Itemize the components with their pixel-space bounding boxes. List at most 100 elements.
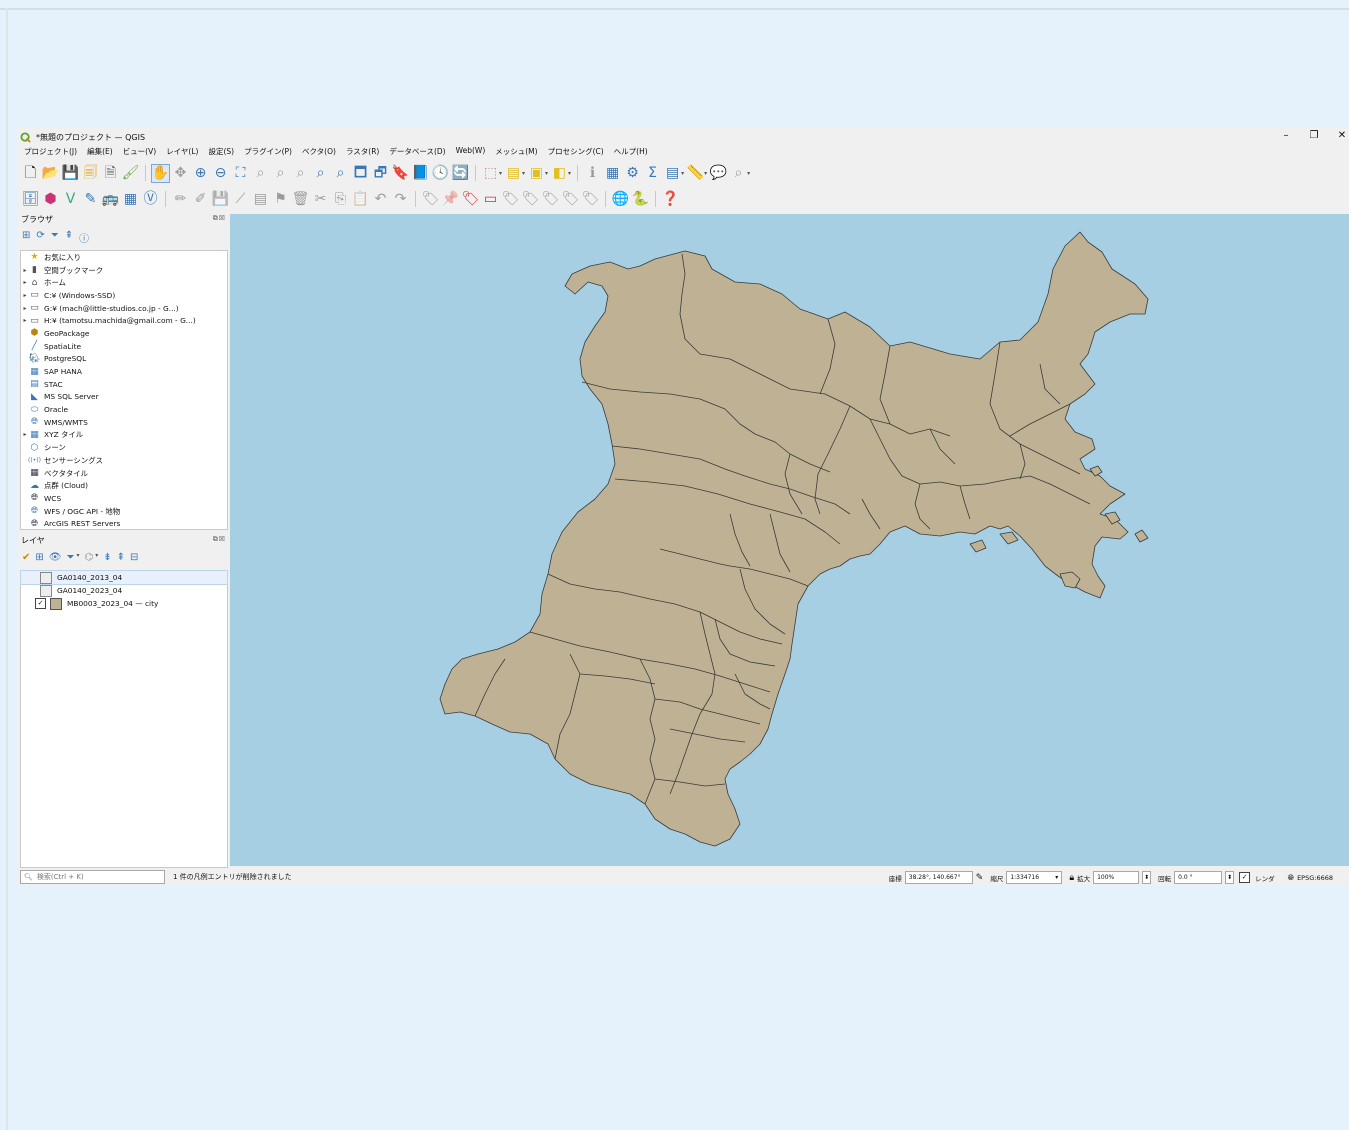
show-hide-labels-icon[interactable]: 🏷	[582, 191, 600, 208]
menu-web[interactable]: Web(W)	[456, 146, 486, 158]
statistical-summary-icon[interactable]: Σ	[644, 165, 661, 182]
refresh-icon[interactable]: ⟳	[36, 230, 44, 245]
browser-item[interactable]: ▸ ▦ XYZ タイル	[21, 429, 227, 442]
style-manager-icon[interactable]: 🖌	[122, 165, 140, 182]
layer-item[interactable]: GA0140_2023_04	[21, 584, 227, 597]
browser-item[interactable]: ▸ ▭ H:¥ (tamotsu.machida@gmail.com - G...)	[21, 314, 227, 327]
vertex-tool-icon[interactable]: ▤	[252, 191, 269, 208]
layer-diagram-icon[interactable]: ▭	[482, 191, 499, 208]
browser-item[interactable]: ⬡ シーン	[21, 441, 227, 454]
coordinate-toggle-icon[interactable]: ✎	[976, 873, 984, 883]
zoom-in-icon[interactable]: ⊕	[192, 165, 209, 182]
browser-item[interactable]: ▸ ▭ C:¥ (Windows-SSD)	[21, 289, 227, 302]
new-print-layout-icon[interactable]: 🗐	[82, 165, 99, 182]
zoom-full-icon[interactable]: ⛶	[232, 165, 249, 182]
delete-selected-icon[interactable]: 🗑	[292, 191, 310, 208]
chevron-down-icon[interactable]: ▾	[681, 170, 684, 177]
pan-map-icon[interactable]: ✋	[151, 163, 170, 183]
browser-item[interactable]: ▦ SAP HANA	[21, 365, 227, 378]
chevron-down-icon[interactable]: ▾	[747, 170, 750, 177]
menu-processing[interactable]: プロセシング(C)	[548, 146, 604, 158]
island[interactable]	[999, 531, 1019, 545]
chevron-down-icon[interactable]: ▾	[522, 170, 525, 177]
menu-database[interactable]: データベース(D)	[389, 146, 445, 158]
filter-legend-icon[interactable]: ⏷	[66, 552, 74, 563]
browser-item[interactable]: ((•)) センサーシングス	[21, 454, 227, 467]
new-geopackage-layer-icon[interactable]: ⬢	[42, 191, 59, 208]
open-project-icon[interactable]: 📂	[42, 165, 59, 182]
pan-to-selection-icon[interactable]: ✥	[172, 165, 189, 182]
close-button[interactable]: ✕	[1335, 130, 1349, 141]
expand-arrow-icon[interactable]: ▸	[21, 292, 29, 299]
browser-item[interactable]: ▦ ベクタタイル	[21, 467, 227, 480]
paste-features-icon[interactable]: 📋	[352, 191, 369, 208]
filter-icon[interactable]: ⏷	[51, 230, 59, 245]
browser-item[interactable]: ▸ ⌂ ホーム	[21, 276, 227, 289]
help-contents-icon[interactable]: ❓	[662, 191, 679, 208]
menu-raster[interactable]: ラスタ(R)	[346, 146, 379, 158]
browser-item[interactable]: ╱ SpatiaLite	[21, 340, 227, 353]
manage-map-themes-icon[interactable]: 👁	[49, 552, 62, 563]
zoom-selection-icon[interactable]: ⌕	[252, 165, 269, 182]
crs-label[interactable]: EPSG:6668	[1297, 874, 1333, 882]
toggle-editing-icon[interactable]: ✏	[172, 191, 189, 208]
miyagi-prefecture-polygons[interactable]	[439, 231, 1149, 847]
remove-layer-icon[interactable]: ⊟	[130, 552, 138, 563]
zoom-native-icon[interactable]: ⌕	[292, 165, 309, 182]
add-selected-layers-icon[interactable]: ⊞	[22, 230, 30, 245]
magnifier-spinner-icon[interactable]: ⬍	[1142, 871, 1152, 884]
menu-help[interactable]: ヘルプ(H)	[614, 146, 648, 158]
browser-item[interactable]: ⬭ Oracle	[21, 403, 227, 416]
new-spatial-bookmark-icon[interactable]: 🔖	[392, 165, 409, 182]
menu-settings[interactable]: 設定(S)	[208, 146, 234, 158]
temporal-controller-icon[interactable]: 🕓	[432, 165, 449, 182]
properties-icon[interactable]: ⓘ	[79, 230, 89, 245]
layer-visibility-checkbox[interactable]: ✓	[35, 598, 46, 609]
python-console-icon[interactable]: 🐍	[632, 191, 649, 208]
map-svg[interactable]	[230, 214, 1349, 866]
refresh-icon[interactable]: 🔄	[452, 165, 469, 182]
redo-icon[interactable]: ↷	[392, 191, 409, 208]
layer-symbol-swatch[interactable]	[50, 597, 62, 610]
open-layer-styling-icon[interactable]: ✔	[22, 552, 30, 563]
new-project-icon[interactable]: 🗋	[22, 165, 39, 182]
new-3d-view-icon[interactable]: 🗗	[372, 165, 389, 182]
rotate-label-icon[interactable]: 🏷	[542, 191, 560, 208]
panel-float-close-icon[interactable]: ⧉☒	[213, 214, 226, 223]
layer-labeling-icon[interactable]: 🏷	[462, 191, 480, 208]
add-raster-layer-icon[interactable]: ▦	[122, 191, 139, 208]
menu-view[interactable]: ビュー(V)	[123, 146, 156, 158]
chevron-down-icon[interactable]: ▾	[545, 170, 548, 177]
layer-item[interactable]: GA0140_2013_04	[20, 570, 228, 585]
map-canvas[interactable]	[230, 214, 1349, 866]
browser-item[interactable]: ◣ MS SQL Server	[21, 391, 227, 404]
layout-manager-icon[interactable]: 🗎	[102, 165, 119, 182]
browser-item[interactable]: ▸ ▮ 空間ブックマーク	[21, 264, 227, 277]
zoom-next-icon[interactable]: ⌕	[332, 165, 349, 182]
open-field-calculator-icon[interactable]: ▤	[664, 165, 681, 182]
filter-expression-icon[interactable]: ⌬	[85, 552, 94, 563]
browser-item[interactable]: ▸ ▭ G:¥ (mach@little-studios.co.jp - G...)	[21, 302, 227, 315]
island[interactable]	[1134, 529, 1149, 543]
move-label-icon[interactable]: 🏷	[522, 191, 540, 208]
rotation-field[interactable]: 0.0 °	[1174, 871, 1223, 884]
deselect-all-icon[interactable]: ▣	[528, 165, 545, 182]
new-map-view-icon[interactable]: 🗖	[352, 165, 369, 182]
chevron-down-icon[interactable]: ▾	[76, 552, 79, 563]
menu-edit[interactable]: 編集(E)	[87, 146, 113, 158]
highlight-pinned-labels-icon[interactable]: 🏷	[502, 191, 520, 208]
zoom-last-icon[interactable]: ⌕	[312, 165, 329, 182]
label-toolbar-icon[interactable]: 🏷	[422, 191, 440, 208]
expand-arrow-icon[interactable]: ▸	[21, 267, 29, 274]
measure-line-icon[interactable]: 📏	[687, 165, 704, 182]
collapse-all-icon[interactable]: ⇞	[65, 230, 73, 245]
copy-features-icon[interactable]: ⎘	[332, 191, 349, 208]
browser-item[interactable]: ⬢ GeoPackage	[21, 327, 227, 340]
undo-icon[interactable]: ↶	[372, 191, 389, 208]
add-feature-icon[interactable]: ⟋	[232, 191, 249, 208]
select-features-icon[interactable]: ⬚	[482, 165, 499, 182]
pin-labels-icon[interactable]: 📌	[442, 191, 459, 208]
collapse-all-icon[interactable]: ⇞	[117, 552, 125, 563]
add-delimited-text-icon[interactable]: 🚌	[102, 191, 119, 208]
prefecture-outline[interactable]	[439, 231, 1149, 847]
